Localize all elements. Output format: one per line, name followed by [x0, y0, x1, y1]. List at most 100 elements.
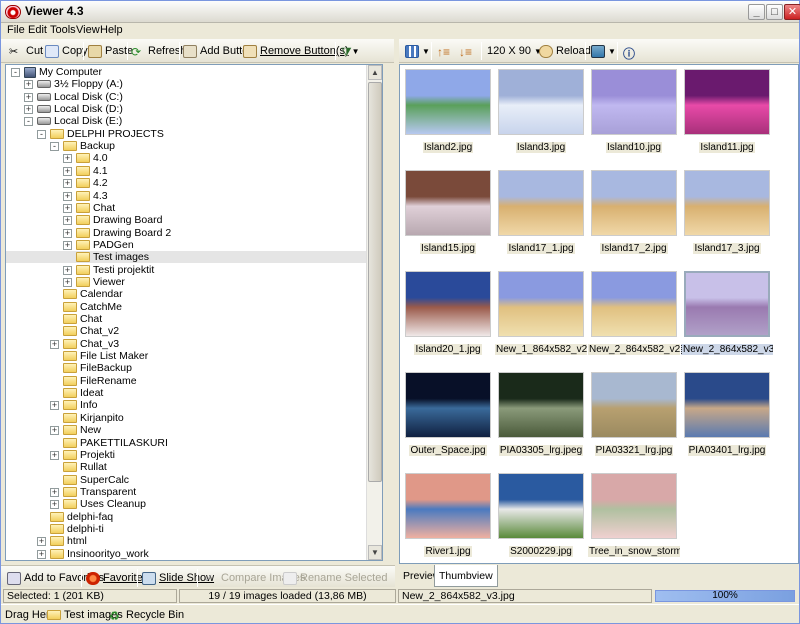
tree-item[interactable]: Ideat — [63, 387, 103, 399]
tree-item[interactable]: 4.0 — [76, 152, 108, 164]
thumbnail[interactable]: Tree_in_snow_storm2_... — [588, 470, 680, 563]
expand-icon[interactable]: + — [50, 487, 59, 497]
tree-item[interactable]: Chat — [63, 313, 102, 325]
scroll-thumb[interactable] — [368, 82, 382, 482]
thumbnail[interactable]: Outer_Space.jpg — [402, 369, 494, 470]
maximize-button[interactable]: □ — [766, 4, 783, 20]
collapse-icon[interactable]: - — [11, 68, 20, 77]
tree-item[interactable]: DELPHI PROJECTS — [50, 128, 164, 140]
thumbnail-image[interactable] — [498, 170, 584, 236]
menu-view[interactable]: View — [76, 24, 100, 36]
thumbnail[interactable]: New_2_864x582_v3.jpg — [681, 268, 773, 369]
reload-button[interactable]: Reload — [539, 43, 591, 59]
thumbnail[interactable]: New_1_864x582_v2.jpg — [495, 268, 587, 369]
tree-item[interactable]: Kirjanpito — [63, 412, 124, 424]
expand-icon[interactable]: + — [37, 549, 46, 559]
thumbnail[interactable]: River1.jpg — [402, 470, 494, 563]
tree-item[interactable]: Viewer — [76, 276, 125, 288]
minimize-button[interactable]: _ — [748, 4, 765, 20]
expand-icon[interactable]: + — [24, 80, 33, 90]
tree-item[interactable]: Backup — [63, 140, 115, 152]
tree-item[interactable]: Transparent — [63, 486, 136, 498]
tree-item[interactable]: New — [63, 424, 101, 436]
expand-icon[interactable]: + — [63, 166, 72, 176]
tree-item[interactable]: Chat — [76, 202, 115, 214]
tree-item[interactable]: SuperCalc — [63, 474, 129, 486]
tree-scrollbar[interactable]: ▲ ▼ — [366, 65, 382, 560]
thumbnail-image[interactable] — [591, 69, 677, 135]
scroll-down-arrow-icon[interactable]: ▼ — [368, 545, 382, 560]
expand-icon[interactable]: + — [63, 179, 72, 189]
thumbnail[interactable]: PIA03321_lrg.jpg — [588, 369, 680, 470]
tree-item[interactable]: Local Disk (C:) — [37, 91, 123, 103]
thumbnail-image[interactable] — [498, 372, 584, 438]
menu-help[interactable]: Help — [100, 24, 123, 36]
filter-button[interactable]: ⧩ — [341, 43, 355, 59]
scroll-up-arrow-icon[interactable]: ▲ — [368, 65, 382, 80]
thumbnail[interactable]: S2000229.jpg — [495, 470, 587, 563]
tree-item[interactable]: html — [50, 535, 87, 547]
title-bar[interactable]: Viewer 4.3 _ □ ✕ — [1, 1, 800, 23]
tree-item[interactable]: Drawing Board 2 — [76, 227, 171, 239]
expand-icon[interactable]: + — [50, 401, 59, 411]
thumbnail-image[interactable] — [591, 473, 677, 539]
tree-item[interactable]: FileBackup — [63, 362, 132, 374]
thumbnail[interactable]: Island17_1.jpg — [495, 167, 587, 268]
thumbnail-image[interactable] — [591, 170, 677, 236]
tree-item[interactable]: Local Disk (E:) — [37, 115, 122, 127]
display-button[interactable]: ▼ — [591, 43, 616, 59]
thumbnail-image[interactable] — [591, 372, 677, 438]
sort-descending-button[interactable]: ↓≡ — [459, 43, 473, 59]
tree-item[interactable]: My Computer — [24, 66, 102, 78]
expand-icon[interactable]: + — [50, 339, 59, 349]
tree-item[interactable]: Calendar — [63, 288, 123, 300]
thumbnail-image[interactable] — [684, 372, 770, 438]
menu-edit[interactable]: Edit — [28, 24, 47, 36]
thumbnail-image[interactable] — [405, 473, 491, 539]
expand-icon[interactable]: + — [63, 277, 72, 287]
tree-item[interactable]: delphi-faq — [50, 511, 113, 523]
tree-item[interactable]: Chat_v3 — [63, 338, 119, 350]
expand-icon[interactable]: + — [63, 216, 72, 226]
expand-icon[interactable]: + — [63, 228, 72, 238]
thumbnail[interactable]: Island10.jpg — [588, 66, 680, 167]
close-button[interactable]: ✕ — [784, 4, 800, 20]
tree-item[interactable]: 3½ Floppy (A:) — [37, 78, 123, 90]
thumbnail[interactable]: Island3.jpg — [495, 66, 587, 167]
expand-icon[interactable]: + — [24, 92, 33, 102]
thumbnail-panel[interactable]: Island2.jpg Island3.jpg Island10.jpg Island… — [399, 64, 799, 564]
tree-item[interactable]: Uses Cleanup — [63, 498, 146, 510]
thumbnail[interactable]: Island15.jpg — [402, 167, 494, 268]
rename-selected-button[interactable]: Rename Selected — [283, 570, 387, 586]
about-button[interactable]: ⓘ — [623, 43, 637, 61]
drag-target-recycle-bin[interactable]: ♻ Recycle Bin — [109, 607, 184, 623]
tree-item[interactable]: Testi projektit — [76, 264, 154, 276]
collapse-icon[interactable]: - — [37, 129, 46, 139]
tree-item[interactable]: 4.1 — [76, 165, 108, 177]
thumbnail-image[interactable] — [684, 271, 770, 337]
thumbnail[interactable]: Island20_1.jpg — [402, 268, 494, 369]
folder-tree[interactable]: ▲ ▼ - My Computer +3½ Floppy (A:) + Local Di… — [5, 64, 383, 561]
thumbnail-image[interactable] — [405, 372, 491, 438]
tree-item[interactable]: PADGen — [76, 239, 134, 251]
thumbnail[interactable]: Island17_2.jpg — [588, 167, 680, 268]
expand-icon[interactable]: + — [63, 154, 72, 164]
tree-item[interactable]: delphi-ti — [50, 523, 104, 535]
tree-item[interactable]: Info — [63, 399, 98, 411]
expand-icon[interactable]: + — [63, 191, 72, 201]
collapse-icon[interactable]: - — [24, 117, 33, 127]
thumbnail-image[interactable] — [498, 69, 584, 135]
tree-item[interactable]: Rullat — [63, 461, 107, 473]
thumbnail[interactable]: Island11.jpg — [681, 66, 773, 167]
tree-item[interactable]: 4.3 — [76, 190, 108, 202]
tree-item[interactable]: CatchMe — [63, 301, 122, 313]
expand-icon[interactable]: + — [63, 265, 72, 275]
thumbnail[interactable]: Island2.jpg — [402, 66, 494, 167]
thumbnail-image[interactable] — [684, 170, 770, 236]
tree-item[interactable]: FileRename — [63, 375, 137, 387]
thumbnail[interactable]: New_2_864x582_v2.jpg — [588, 268, 680, 369]
thumb-size-select[interactable]: 120 X 90 ▼ — [487, 43, 542, 59]
tab-thumbview[interactable]: Thumbview — [434, 565, 498, 587]
pane-splitter[interactable] — [394, 39, 398, 587]
favorites-button[interactable]: Favorites — [86, 570, 148, 586]
